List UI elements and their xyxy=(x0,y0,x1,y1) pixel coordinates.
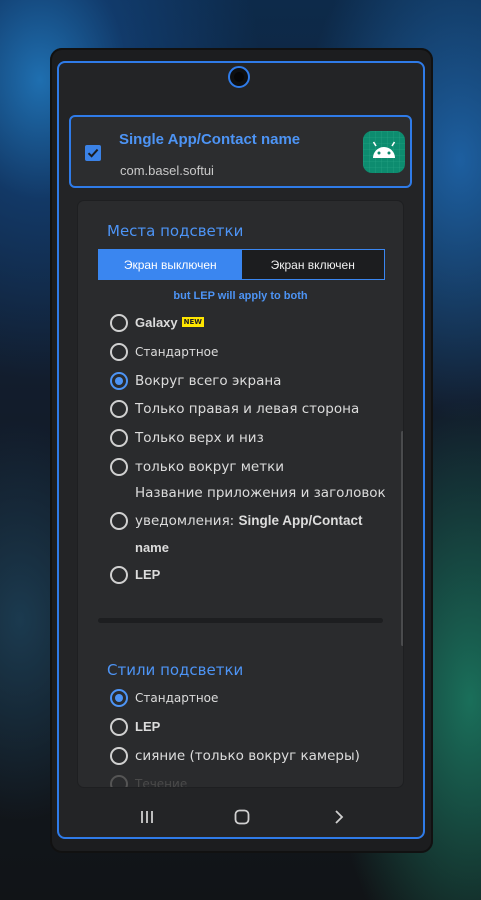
option-label: Galaxy NEW xyxy=(135,315,205,330)
radio-button-selected[interactable] xyxy=(110,689,128,707)
back-icon[interactable] xyxy=(330,808,348,826)
radio-button[interactable] xyxy=(110,343,128,361)
lep-note: but LEP will apply to both xyxy=(173,290,308,302)
option-label: Стандартное xyxy=(135,345,219,359)
app-enabled-checkbox[interactable] xyxy=(85,145,101,161)
section-divider xyxy=(98,618,383,623)
home-icon[interactable] xyxy=(233,808,251,826)
option-label: Вокруг всего экрана xyxy=(135,373,282,389)
radio-button-selected[interactable] xyxy=(110,372,128,390)
styles-title: Стили подсветки xyxy=(107,661,244,679)
android-robot-icon xyxy=(363,131,405,173)
option-label: Только правая и левая сторона xyxy=(135,401,360,417)
option-label: LEP xyxy=(135,719,161,734)
option-label: сияние (только вокруг камеры) xyxy=(135,748,360,764)
app-package: com.basel.softui xyxy=(120,163,214,178)
check-icon xyxy=(87,148,99,158)
radio-button[interactable] xyxy=(110,512,128,530)
option-label: Только верх и низ xyxy=(135,430,264,446)
radio-button[interactable] xyxy=(110,747,128,765)
navigation-bar xyxy=(57,800,425,838)
locations-title: Места подсветки xyxy=(107,222,244,240)
option-label: LEP xyxy=(135,567,161,582)
option-label: только вокруг метки xyxy=(135,459,285,475)
radio-button[interactable] xyxy=(110,400,128,418)
radio-button[interactable] xyxy=(110,458,128,476)
screen-state-tabs: Экран выключен Экран включен xyxy=(98,249,385,280)
option-label: уведомления: Single App/Contact xyxy=(135,513,363,529)
settings-panel: Места подсветки Экран выключен Экран вкл… xyxy=(78,201,403,787)
camera-cutout-icon xyxy=(228,66,250,88)
recents-icon[interactable] xyxy=(138,808,156,826)
option-label: Течение xyxy=(135,777,188,787)
option-label: Стандартное xyxy=(135,691,219,705)
notification-subheading: Название приложения и заголовок xyxy=(135,485,386,501)
app-card[interactable]: Single App/Contact name com.basel.softui xyxy=(69,115,412,188)
radio-button[interactable] xyxy=(110,314,128,332)
new-badge: NEW xyxy=(181,317,205,327)
option-notifications-line2: name xyxy=(135,540,169,555)
tab-screen-off[interactable]: Экран выключен xyxy=(99,250,242,279)
app-title: Single App/Contact name xyxy=(119,131,301,148)
radio-button[interactable] xyxy=(110,429,128,447)
tab-screen-on[interactable]: Экран включен xyxy=(241,250,384,279)
radio-button[interactable] xyxy=(110,566,128,584)
radio-button[interactable] xyxy=(110,718,128,736)
scrollbar[interactable] xyxy=(401,431,403,646)
radio-button[interactable] xyxy=(110,775,128,787)
